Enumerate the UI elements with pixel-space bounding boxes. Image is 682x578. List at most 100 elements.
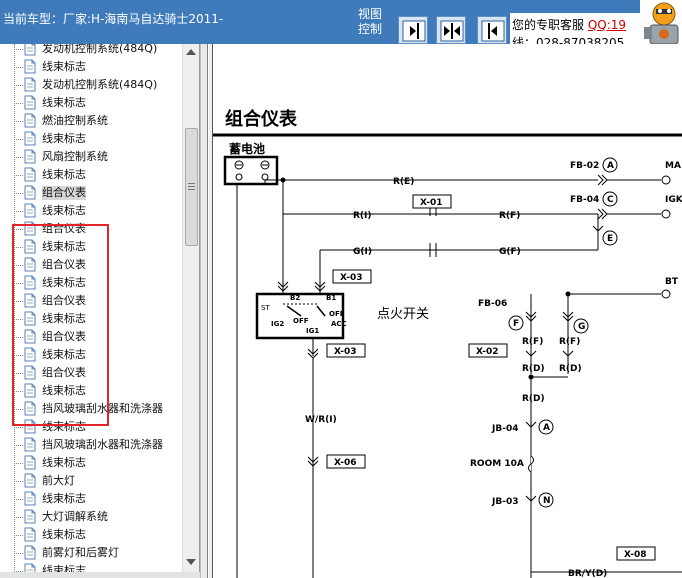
- tree-item[interactable]: 挡风玻璃刮水器和洗涤器: [14, 436, 184, 454]
- document-icon: [24, 59, 36, 74]
- svg-text:BR/Y(D): BR/Y(D): [568, 569, 607, 578]
- x06-label: X-06: [334, 458, 356, 468]
- tree-item-label: 线束标志: [42, 204, 86, 217]
- tree-item-label: 线束标志: [42, 564, 86, 572]
- svg-text:ACC: ACC: [331, 320, 347, 328]
- show-tree-only-button[interactable]: [477, 16, 507, 44]
- diagram-title: 组合仪表: [225, 108, 298, 130]
- tree-item[interactable]: 燃油控制系统: [14, 112, 184, 130]
- document-icon: [24, 473, 36, 488]
- tree-item[interactable]: 线束标志: [14, 94, 184, 112]
- document-icon: [24, 167, 36, 182]
- document-icon: [24, 185, 36, 200]
- document-icon: [24, 203, 36, 218]
- battery-label: 蓄电池: [229, 141, 265, 156]
- svg-text:C: C: [607, 195, 614, 205]
- show-both-panes-button[interactable]: [436, 16, 466, 44]
- x03-top-label: X-03: [340, 273, 362, 283]
- tree-item-label: 线束标志: [42, 60, 86, 73]
- tree-item[interactable]: 线束标志: [14, 202, 184, 220]
- current-model-title: 当前车型：厂家:H-海南马自达骑士2011-: [3, 12, 224, 26]
- tree-item-label: 线束标志: [42, 528, 86, 541]
- tree-item-label: 大灯调解系统: [42, 510, 108, 523]
- document-icon: [24, 563, 36, 572]
- diagram-pane: 组合仪表 蓄电池 R(E) FB-02 A MA R(I) X-01 R(F) …: [209, 44, 682, 578]
- tree-item[interactable]: 线束标志: [14, 454, 184, 472]
- tree-item-label: 线束标志: [42, 132, 86, 145]
- tree-item[interactable]: 组合仪表: [14, 184, 184, 202]
- tree-item[interactable]: 线束标志: [14, 130, 184, 148]
- tree-item-label: 发动机控制系统(484Q): [42, 78, 158, 91]
- document-icon: [24, 455, 36, 470]
- tree-item-label: 燃油控制系统: [42, 114, 108, 127]
- svg-text:R(D): R(D): [559, 364, 582, 374]
- x08-label: X-08: [624, 550, 646, 560]
- tree-scrollbar[interactable]: [182, 44, 199, 572]
- svg-text:G: G: [578, 322, 585, 332]
- tree-item-label: 前雾灯和后雾灯: [42, 546, 119, 559]
- svg-text:R(I): R(I): [353, 211, 372, 221]
- scroll-down-icon[interactable]: [186, 559, 196, 565]
- svg-text:B1: B1: [326, 294, 336, 302]
- expand-both-icon: [440, 20, 464, 42]
- tree-item[interactable]: 线束标志: [14, 490, 184, 508]
- document-icon: [24, 44, 36, 56]
- svg-text:A: A: [543, 423, 550, 433]
- tree-item-label: 线束标志: [42, 492, 86, 505]
- document-icon: [24, 437, 36, 452]
- svg-text:IG2: IG2: [271, 320, 284, 328]
- tree-scroll-thumb[interactable]: [185, 128, 198, 246]
- fb06-label: FB-06: [478, 299, 507, 309]
- tree-item[interactable]: 线束标志: [14, 166, 184, 184]
- svg-text:ST: ST: [261, 304, 270, 312]
- tree-item-label: 组合仪表: [42, 186, 86, 200]
- phone-label: 线：028-87038205: [512, 36, 625, 44]
- view-control-label: 视图控制: [358, 7, 383, 36]
- svg-text:IGK: IGK: [665, 195, 682, 205]
- tree-item-label: 前大灯: [42, 474, 75, 487]
- tree-item-label: 风扇控制系统: [42, 150, 108, 163]
- svg-text:G(F): G(F): [499, 247, 521, 257]
- document-icon: [24, 77, 36, 92]
- tree-item[interactable]: 线束标志: [14, 562, 184, 572]
- tree-item[interactable]: 发动机控制系统(484Q): [14, 44, 184, 58]
- svg-text:G(I): G(I): [353, 247, 372, 257]
- x01-label: X-01: [420, 198, 442, 208]
- tree-item[interactable]: 风扇控制系统: [14, 148, 184, 166]
- support-label: 您的专职客服: [512, 18, 585, 32]
- support-info: 您的专职客服 QQ:19 线：028-87038205: [510, 13, 640, 44]
- highlight-annotation: [12, 224, 109, 426]
- scroll-up-icon[interactable]: [186, 49, 196, 55]
- tree-item[interactable]: 前雾灯和后雾灯: [14, 544, 184, 562]
- tree-item[interactable]: 前大灯: [14, 472, 184, 490]
- qq-link[interactable]: QQ:19: [588, 18, 626, 32]
- tree-item[interactable]: 线束标志: [14, 58, 184, 76]
- svg-text:N: N: [543, 496, 551, 506]
- svg-text:OFF: OFF: [293, 317, 309, 325]
- mascot-logo: [640, 0, 682, 44]
- svg-text:E: E: [607, 234, 613, 244]
- x03-bottom-label: X-03: [334, 347, 356, 357]
- tree-item[interactable]: 线束标志: [14, 526, 184, 544]
- document-icon: [24, 491, 36, 506]
- document-icon: [24, 545, 36, 560]
- tree-item-label: 线束标志: [42, 168, 86, 181]
- wiring-tree: 发动机控制系统(484Q) 线束标志 发动机控制系统(484Q) 线束标志 燃油控制系统…: [0, 44, 200, 572]
- tree-item[interactable]: 发动机控制系统(484Q): [14, 76, 184, 94]
- tree-item[interactable]: 大灯调解系统: [14, 508, 184, 526]
- tree-horizontal-scrollbar[interactable]: [0, 572, 200, 578]
- document-icon: [24, 509, 36, 524]
- svg-text:R(D): R(D): [522, 394, 545, 404]
- top-bar: 当前车型：厂家:H-海南马自达骑士2011- 视图控制 您的专职客服 QQ:19…: [0, 0, 682, 44]
- svg-text:R(F): R(F): [522, 337, 543, 347]
- tree-item-label: 发动机控制系统(484Q): [42, 44, 158, 55]
- svg-text:A: A: [607, 161, 614, 171]
- jb04-label: JB-04: [491, 424, 518, 434]
- document-icon: [24, 113, 36, 128]
- document-icon: [24, 149, 36, 164]
- svg-text:F: F: [513, 319, 519, 329]
- pane-splitter[interactable]: [200, 44, 208, 578]
- show-diagram-only-button[interactable]: [398, 16, 428, 44]
- svg-text:BT: BT: [665, 277, 679, 287]
- svg-text:B2: B2: [290, 294, 300, 302]
